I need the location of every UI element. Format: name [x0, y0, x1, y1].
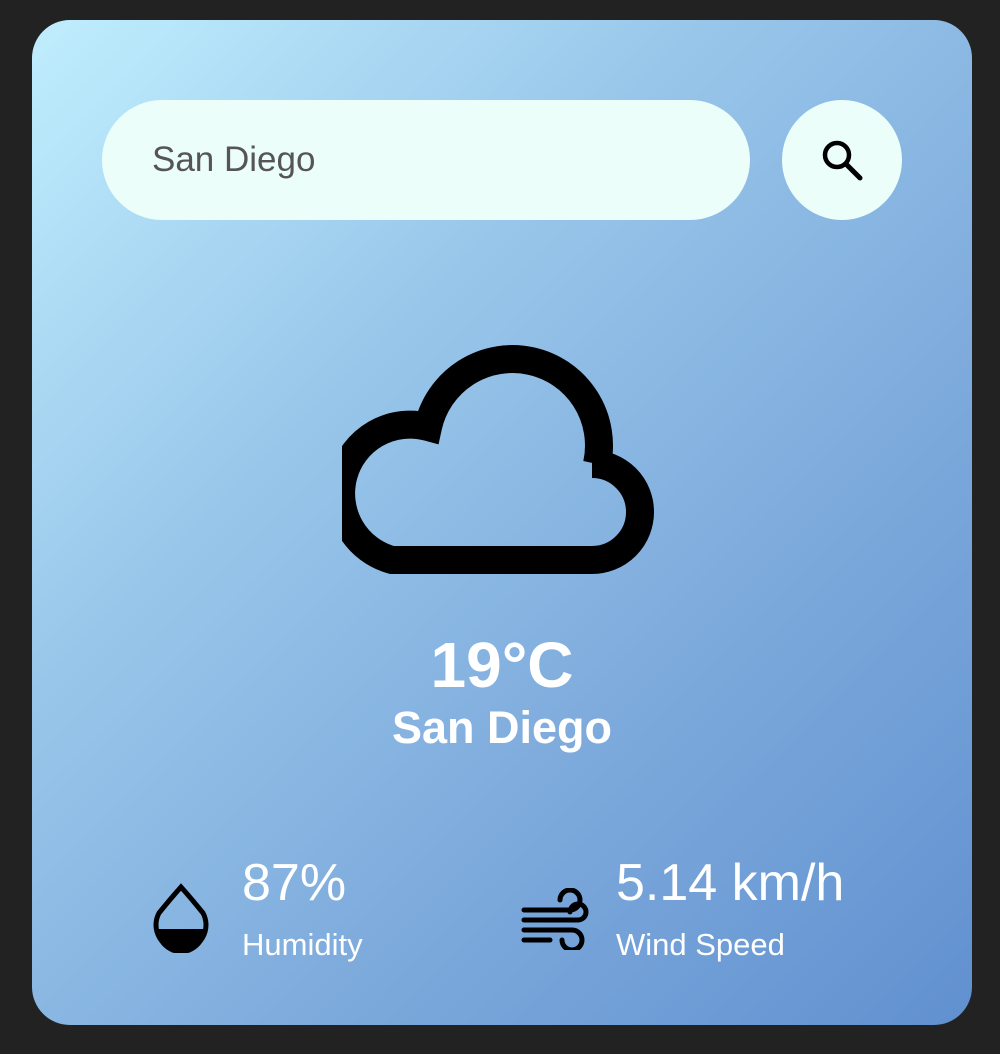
wind-icon: [520, 887, 592, 955]
cloud-icon: [327, 330, 662, 590]
search-bar: [102, 100, 902, 220]
weather-card: 19°C San Diego 87% Humidity 5.14 km/h Wi…: [32, 20, 972, 1025]
search-input[interactable]: [102, 100, 750, 220]
humidity-label: Humidity: [242, 927, 363, 962]
wind-speed-value: 5.14 km/h: [616, 854, 845, 912]
humidity-drop-icon: [152, 883, 210, 958]
city-name: San Diego: [391, 702, 613, 753]
search-button[interactable]: [782, 100, 902, 220]
humidity-value: 87%: [242, 854, 347, 912]
search-icon: [820, 138, 864, 182]
wind-speed-label: Wind Speed: [616, 927, 785, 962]
temperature: 19°C: [430, 629, 574, 701]
